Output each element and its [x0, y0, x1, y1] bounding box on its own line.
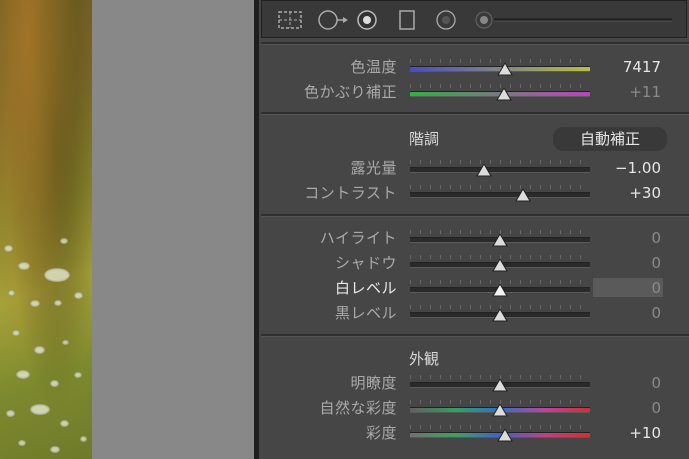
redeye-icon[interactable]: [355, 10, 379, 34]
slider-track-exposure[interactable]: [410, 167, 590, 173]
slider-row-whites: 白レベル 0: [259, 277, 689, 299]
slider-row-clarity: 明瞭度 0: [259, 372, 689, 394]
tool-strip: [261, 0, 687, 38]
slider-label-temp: 色温度: [350, 58, 397, 76]
slider-label-blacks: 黒レベル: [334, 304, 397, 322]
section-divider: [261, 42, 689, 45]
auto-tone-button[interactable]: 自動補正: [553, 127, 667, 151]
slider-row-shadows: シャドウ 0: [259, 252, 689, 274]
slider-row-tint: 色かぶり補正 +11: [259, 81, 689, 103]
slider-label-clarity: 明瞭度: [350, 374, 397, 392]
slider-label-highlights: ハイライト: [319, 229, 397, 247]
slider-row-highlights: ハイライト 0: [259, 227, 689, 249]
slider-value-contrast[interactable]: +30: [629, 182, 661, 204]
slider-value-saturation[interactable]: +10: [629, 422, 661, 444]
slider-row-saturation: 彩度 +10: [259, 422, 689, 444]
slider-label-whites: 白レベル: [334, 279, 397, 297]
slider-row-vibrance: 自然な彩度 0: [259, 397, 689, 419]
slider-ticks: [410, 160, 590, 164]
section-divider: [261, 214, 689, 217]
photo-preview: [0, 0, 92, 459]
graduated-filter-icon[interactable]: [398, 10, 416, 34]
slider-value-highlights[interactable]: 0: [651, 227, 661, 249]
develop-panel: 色温度 7417 色かぶり補正 +11 階調 自動補正 露光量 −1.00 コン…: [259, 0, 689, 459]
radial-filter-icon[interactable]: [434, 10, 458, 34]
slider-value-shadows[interactable]: 0: [651, 252, 661, 274]
adjustment-brush-icon[interactable]: [474, 10, 674, 34]
slider-row-temp: 色温度 7417: [259, 56, 689, 78]
slider-row-contrast: コントラスト +30: [259, 182, 689, 204]
slider-value-clarity[interactable]: 0: [651, 372, 661, 394]
slider-row-blacks: 黒レベル 0: [259, 302, 689, 324]
slider-row-exposure: 露光量 −1.00: [259, 157, 689, 179]
section-divider: [261, 334, 689, 337]
slider-value-blacks[interactable]: 0: [651, 302, 661, 324]
slider-label-saturation: 彩度: [365, 424, 397, 442]
canvas-background: [92, 0, 254, 459]
spot-removal-icon[interactable]: [317, 10, 349, 34]
slider-label-vibrance: 自然な彩度: [319, 399, 397, 417]
slider-value-tint[interactable]: +11: [629, 81, 661, 103]
grid-crop-icon[interactable]: [277, 10, 303, 34]
slider-ticks: [410, 185, 590, 189]
slider-label-tint: 色かぶり補正: [303, 83, 397, 101]
slider-label-shadows: シャドウ: [334, 254, 397, 272]
slider-value-exposure[interactable]: −1.00: [615, 157, 661, 179]
slider-label-contrast: コントラスト: [304, 184, 397, 202]
slider-value-vibrance[interactable]: 0: [651, 397, 661, 419]
section-divider: [261, 112, 689, 115]
section-header-presence: 外観: [409, 350, 440, 368]
slider-value-temp[interactable]: 7417: [623, 56, 661, 78]
slider-value-whites[interactable]: 0: [651, 277, 661, 299]
slider-track-contrast[interactable]: [410, 192, 590, 198]
section-header-tone: 階調: [409, 130, 440, 148]
slider-label-exposure: 露光量: [350, 159, 397, 177]
